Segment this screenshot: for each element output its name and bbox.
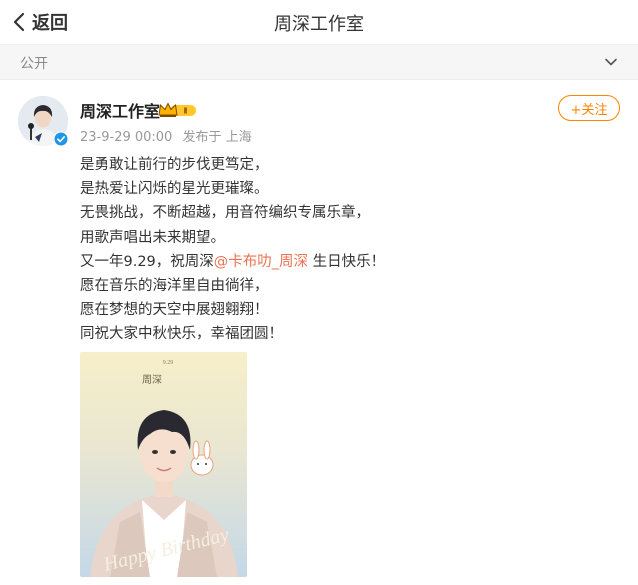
mention-link[interactable]: @卡布叻_周深 (214, 254, 308, 270)
post-line: 又一年9.29，祝周深@卡布叻_周深 生日快乐！ (80, 250, 620, 274)
back-label: 返回 (32, 13, 68, 34)
top-nav-bar: 返回 周深工作室 (0, 0, 638, 45)
post-source: 发布于 上海 (182, 130, 252, 145)
post-image[interactable]: 9.29 周深 Happy Birthday (80, 352, 247, 577)
poster-date: 9.29 (163, 360, 174, 366)
post-line: 是热爱让闪烁的星光更璀璨。 (80, 181, 269, 198)
chevron-down-icon[interactable] (604, 55, 618, 69)
post-line: 用歌声唱出未来期望。 (80, 229, 225, 246)
post-line-prefix: 又一年9.29，祝周深 (80, 253, 214, 270)
post-timestamp: 23-9-29 00:00 (80, 130, 173, 145)
visibility-label: 公开 (20, 56, 48, 72)
poster-name: 周深 (142, 374, 162, 386)
verified-badge-icon (53, 131, 69, 147)
post-text: 是勇敢让前行的步伐更笃定， 是热爱让闪烁的星光更璀璨。 无畏挑战，不断超越，用音… (80, 153, 620, 347)
post-line: 无畏挑战，不断超越，用音符编织专属乐章， (80, 205, 370, 222)
birthday-poster: 9.29 周深 Happy Birthday (80, 352, 247, 577)
post-line: 愿在音乐的海洋里自由徜徉， (80, 278, 269, 295)
post-line-suffix: 生日快乐！ (308, 253, 386, 270)
visibility-bar[interactable]: 公开 (0, 45, 638, 80)
chevron-left-icon (13, 12, 25, 32)
post-line: 愿在梦想的天空中展翅翱翔！ (80, 302, 269, 319)
user-name[interactable]: 周深工作室 (80, 98, 160, 122)
post-meta: 23-9-29 00:00 发布于 上海 (80, 126, 258, 145)
post-line: 同祝大家中秋快乐，幸福团圆！ (80, 326, 283, 343)
vip-crown-icon[interactable] (158, 101, 198, 119)
follow-label: +关注 (570, 102, 608, 118)
back-button[interactable]: 返回 (12, 9, 68, 35)
post-line: 是勇敢让前行的步伐更笃定， (80, 157, 269, 173)
follow-button[interactable]: +关注 (558, 95, 620, 121)
page-title: 周深工作室 (274, 14, 364, 35)
